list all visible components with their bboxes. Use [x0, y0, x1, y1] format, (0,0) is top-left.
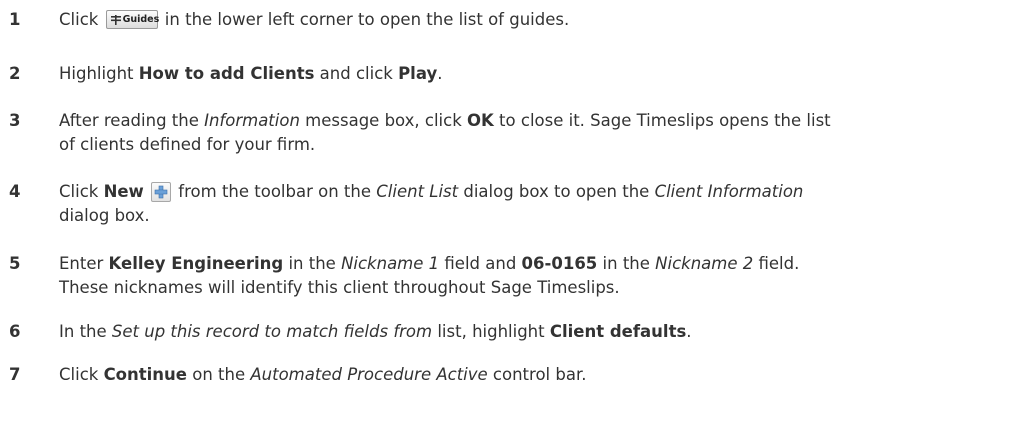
step-text-part: Click [59, 182, 104, 201]
step-text-italic: Nickname 2 [655, 254, 754, 273]
step-text-bold: Play [398, 64, 438, 83]
step-text-part: . [437, 64, 443, 83]
step-text-italic: Information [204, 111, 300, 130]
new-plus-icon [151, 182, 172, 202]
step-text-bold: Kelley Engineering [108, 254, 284, 273]
guides-button-label: Guides [122, 14, 160, 25]
step-text: Click Guides in the lower left corner to… [59, 8, 994, 32]
step-text-italic: Set up this record to match fields from [111, 322, 433, 341]
step-text: Click New from the toolbar on the Client… [59, 180, 994, 228]
step-text: In the Set up this record to match field… [59, 320, 994, 344]
step-text-part: in the lower left corner to open the lis… [159, 10, 570, 29]
step-text-part: in the [597, 254, 656, 273]
step-text-part: Enter [59, 254, 109, 273]
guides-button: Guides [105, 10, 160, 29]
step-text-bold: New [103, 182, 144, 201]
step-text-bold: OK [467, 111, 494, 130]
step-text-part: Highlight [59, 64, 139, 83]
step-text-italic: Client Information [654, 182, 804, 201]
step-number: 2 [9, 64, 21, 83]
step-number: 4 [9, 182, 21, 201]
step-text-part: In the [59, 322, 112, 341]
step-text-part: field. [753, 254, 800, 273]
step-text-part: These nicknames will identify this clien… [59, 278, 620, 297]
step-text: Enter Kelley Engineering in the Nickname… [59, 252, 994, 300]
step-text-part: and click [314, 64, 399, 83]
step-text-part: After reading the [59, 111, 205, 130]
step-text-part: from the toolbar on the [173, 182, 377, 201]
step-text-italic: Nickname 1 [341, 254, 440, 273]
step-text: After reading the Information message bo… [59, 109, 994, 157]
step-number: 1 [9, 10, 21, 29]
step-text: Highlight How to add Clients and click P… [59, 62, 994, 86]
step-text-italic: Automated Procedure Active [250, 365, 488, 384]
step-text-part: to close it. Sage Timeslips opens the li… [493, 111, 831, 130]
step-text-part: . [686, 322, 692, 341]
step-text-bold: Continue [103, 365, 187, 384]
step-number: 3 [9, 111, 21, 130]
step-number: 5 [9, 254, 21, 273]
step-text-part: of clients defined for your firm. [59, 135, 316, 154]
step-text-italic: Client List [376, 182, 459, 201]
guides-icon [110, 15, 121, 25]
step-text-part: Click [59, 10, 104, 29]
step-text: Click Continue on the Automated Procedur… [59, 363, 994, 387]
step-text-bold: How to add Clients [138, 64, 315, 83]
step-text-part: dialog box to open the [458, 182, 655, 201]
step-text-part: field and [439, 254, 522, 273]
step-text-bold: 06-0165 [521, 254, 598, 273]
step-text-part: control bar. [487, 365, 587, 384]
step-text-bold: Client defaults [549, 322, 687, 341]
instruction-steps: 1 Click Guides in the lower left corner … [0, 0, 1019, 435]
step-text-part: message box, click [299, 111, 467, 130]
step-text-part: on the [186, 365, 251, 384]
step-text-part: dialog box. [59, 206, 150, 225]
step-text-part: list, highlight [432, 322, 550, 341]
step-text-part: in the [283, 254, 342, 273]
step-text-part: Click [59, 365, 104, 384]
step-number: 7 [9, 365, 21, 384]
step-number: 6 [9, 322, 21, 341]
